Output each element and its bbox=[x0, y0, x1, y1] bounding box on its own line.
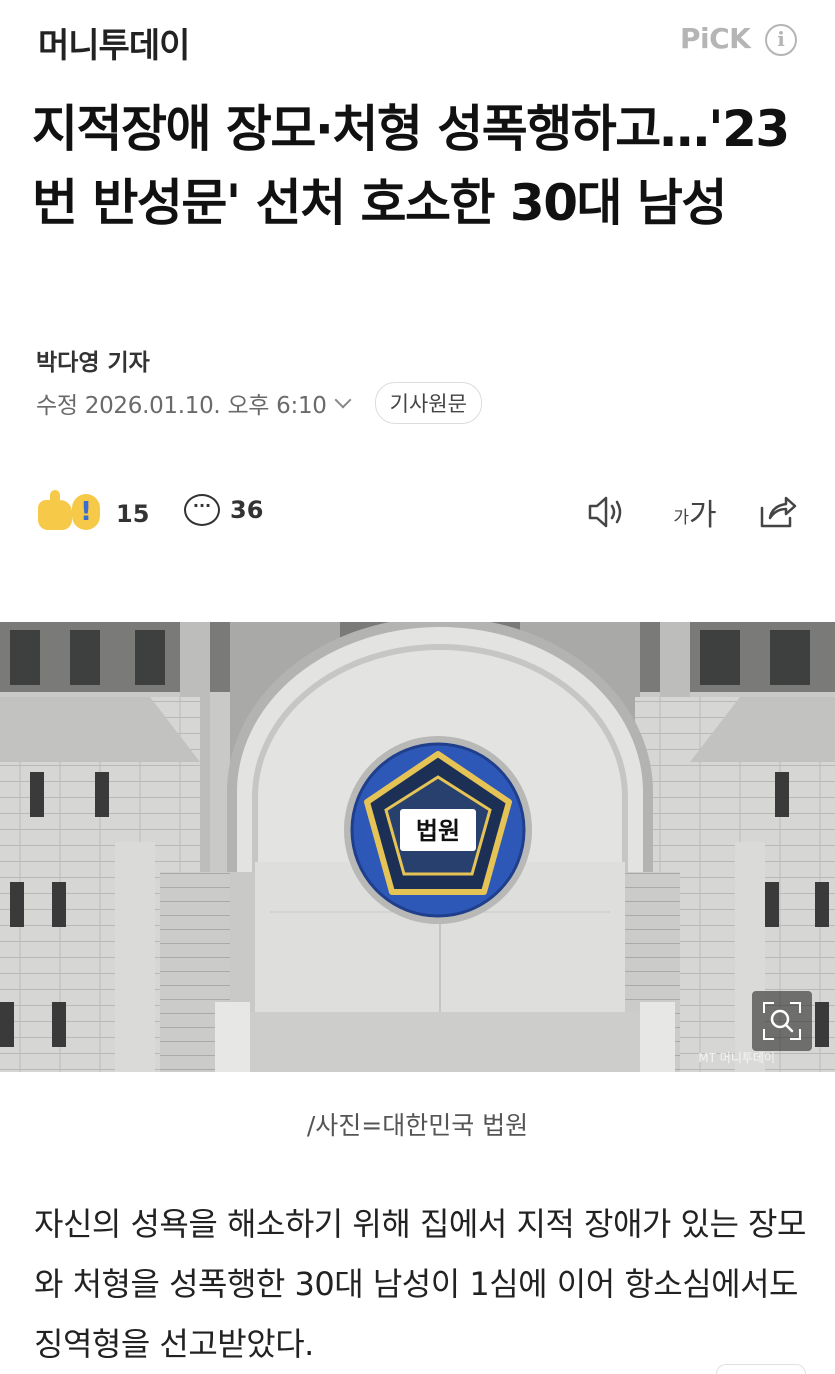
top-bar: 머니투데이 PiCK i bbox=[0, 0, 835, 84]
font-large-label: 가 bbox=[689, 498, 717, 533]
zoom-button[interactable] bbox=[752, 991, 812, 1051]
reporter-name[interactable]: 박다영 기자 bbox=[36, 343, 150, 377]
share-icon[interactable] bbox=[754, 490, 800, 534]
photo-caption: /사진=대한민국 법원 bbox=[306, 1111, 529, 1140]
pick-label[interactable]: PiCK bbox=[680, 22, 751, 55]
article-title: 지적장애 장모·처형 성폭행하고…'23번 반성문' 선처 호소한 30대 남성 bbox=[32, 100, 790, 232]
comment-count: 36 bbox=[230, 496, 264, 524]
date-row: 수정 2026.01.10. 오후 6:10 기사원문 bbox=[36, 382, 482, 424]
photo-watermark: MT 머니투데이 bbox=[698, 1051, 775, 1065]
reaction-button[interactable]: ! 15 bbox=[38, 490, 150, 536]
font-size-icon[interactable]: 가 가 bbox=[668, 490, 722, 534]
zoom-icon bbox=[763, 1002, 801, 1040]
chevron-down-icon[interactable] bbox=[334, 391, 352, 409]
reaction-count: 15 bbox=[116, 500, 150, 528]
updated-date: 수정 2026.01.10. 오후 6:10 bbox=[36, 393, 327, 419]
floating-button[interactable] bbox=[716, 1364, 806, 1374]
article-photo[interactable]: 법원 MT 머니투데이 bbox=[0, 622, 835, 1072]
font-small-label: 가 bbox=[673, 507, 690, 528]
comment-icon: ··· bbox=[184, 494, 220, 526]
press-name[interactable]: 머니투데이 bbox=[38, 18, 190, 67]
info-icon[interactable]: i bbox=[765, 24, 797, 56]
speaker-icon[interactable] bbox=[584, 490, 630, 534]
emblem-text: 법원 bbox=[416, 817, 460, 845]
original-article-button[interactable]: 기사원문 bbox=[374, 382, 482, 424]
comment-button[interactable]: ··· 36 bbox=[184, 494, 263, 526]
action-bar: ! 15 ··· 36 가 가 bbox=[0, 480, 835, 548]
reaction-icon: ! bbox=[38, 490, 104, 536]
article-body: 자신의 성욕을 해소하기 위해 집에서 지적 장애가 있는 장모와 처형을 성폭… bbox=[34, 1205, 806, 1363]
